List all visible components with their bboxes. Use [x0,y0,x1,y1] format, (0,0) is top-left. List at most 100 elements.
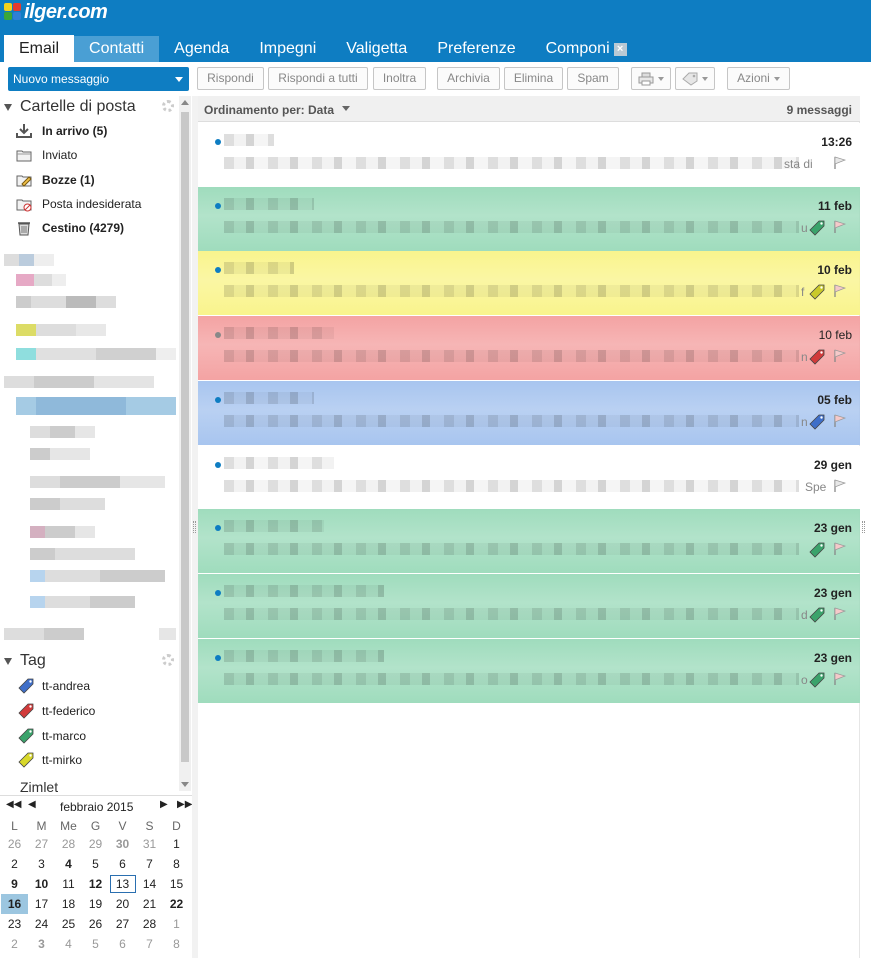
calendar-day[interactable]: 1 [163,914,190,934]
flag-icon[interactable] [833,414,847,428]
read-dot-icon[interactable] [215,332,221,338]
calendar-day[interactable]: 27 [28,834,55,854]
tab-contatti[interactable]: Contatti [74,36,160,62]
calendar-day[interactable]: 18 [55,894,82,914]
prev-month-icon[interactable]: ◀ [28,799,36,810]
message-row[interactable]: 23 gen d [198,574,860,638]
tag-menu-button[interactable] [675,67,715,90]
spam-button[interactable]: Spam [567,67,619,90]
folder-sent[interactable]: Inviato [16,144,77,166]
flag-icon[interactable] [833,542,847,556]
sort-by-label[interactable]: Ordinamento per: Data [204,103,334,117]
message-row[interactable]: 10 feb n [198,316,860,380]
unread-dot-icon[interactable] [215,139,221,145]
zimlet-section-header[interactable]: Zimlet [4,780,58,792]
calendar-day[interactable]: 1 [163,834,190,854]
calendar-day[interactable]: 20 [109,894,136,914]
message-row[interactable]: 11 feb u [198,187,860,251]
calendar-day[interactable]: 7 [136,934,163,954]
calendar-day[interactable]: 7 [136,854,163,874]
unread-dot-icon[interactable] [215,267,221,273]
reply-all-button[interactable]: Rispondi a tutti [268,67,368,90]
collapse-triangle-icon[interactable] [4,657,12,665]
folder-inbox[interactable]: In arrivo (5) [16,120,107,142]
calendar-day[interactable]: 2 [1,934,28,954]
calendar-day[interactable]: 4 [55,934,82,954]
calendar-day[interactable]: 3 [28,934,55,954]
calendar-day[interactable]: 4 [55,854,82,874]
calendar-day[interactable]: 26 [82,914,109,934]
calendar-day[interactable]: 6 [109,934,136,954]
calendar-day[interactable]: 24 [28,914,55,934]
folders-section-header[interactable]: Cartelle di posta [4,98,136,116]
reading-pane-splitter[interactable] [860,96,871,958]
reply-button[interactable]: Rispondi [197,67,264,90]
calendar-day[interactable]: 2 [1,854,28,874]
calendar-day[interactable]: 8 [163,934,190,954]
calendar-day[interactable]: 6 [109,854,136,874]
prev-year-icon[interactable]: ◀◀ [6,799,21,810]
calendar-day[interactable]: 26 [1,834,28,854]
new-message-button[interactable]: Nuovo messaggio [8,67,189,91]
tag-item-tt-andrea[interactable]: tt-andrea [18,675,90,697]
splitter-grip-icon[interactable] [862,521,865,533]
message-row[interactable]: 05 feb n [198,381,860,445]
tab-componi[interactable]: Componi × [531,36,642,62]
calendar-day[interactable]: 19 [82,894,109,914]
sort-direction-icon[interactable] [342,106,350,111]
calendar-day[interactable]: 17 [28,894,55,914]
delete-button[interactable]: Elimina [504,67,563,90]
unread-dot-icon[interactable] [215,462,221,468]
folder-drafts[interactable]: Bozze (1) [16,169,95,191]
flag-icon[interactable] [833,607,847,621]
next-month-icon[interactable]: ▶ [160,799,168,810]
calendar-day[interactable]: 14 [136,874,163,894]
calendar-day[interactable]: 3 [28,854,55,874]
calendar-day[interactable]: 29 [82,834,109,854]
calendar-day[interactable]: 10 [28,874,55,894]
tab-preferenze[interactable]: Preferenze [422,36,530,62]
scroll-down-icon[interactable] [181,782,189,787]
scroll-up-icon[interactable] [181,100,189,105]
unread-dot-icon[interactable] [215,203,221,209]
scroll-thumb[interactable] [181,112,189,762]
tab-valigetta[interactable]: Valigetta [331,36,422,62]
unread-dot-icon[interactable] [215,397,221,403]
message-row[interactable]: 13:26 sta di [198,123,860,187]
message-row[interactable]: 29 gen Spe [198,446,860,510]
calendar-day[interactable]: 8 [163,854,190,874]
calendar-day[interactable]: 28 [136,914,163,934]
calendar-day[interactable]: 30 [109,834,136,854]
tag-item-tt-mirko[interactable]: tt-mirko [18,749,82,771]
archive-button[interactable]: Archivia [437,67,500,90]
chevron-down-icon[interactable] [175,77,183,82]
actions-button[interactable]: Azioni [727,67,790,90]
close-icon[interactable]: × [613,42,627,56]
flag-icon[interactable] [833,284,847,298]
calendar-day[interactable]: 22 [163,894,190,914]
flag-icon[interactable] [833,156,847,170]
tab-agenda[interactable]: Agenda [159,36,244,62]
print-button[interactable] [631,67,671,90]
collapse-triangle-icon[interactable] [4,103,12,111]
gear-icon[interactable] [162,100,174,112]
tag-item-tt-federico[interactable]: tt-federico [18,700,95,722]
gear-icon[interactable] [162,654,174,666]
calendar-day[interactable]: 15 [163,874,190,894]
calendar-day[interactable]: 25 [55,914,82,934]
tab-impegni[interactable]: Impegni [244,36,331,62]
next-year-icon[interactable]: ▶▶ [177,799,192,810]
flag-icon[interactable] [833,672,847,686]
flag-icon[interactable] [833,349,847,363]
calendar-day[interactable]: 21 [136,894,163,914]
unread-dot-icon[interactable] [215,525,221,531]
calendar-day[interactable]: 11 [55,874,82,894]
calendar-day[interactable]: 31 [136,834,163,854]
tags-section-header[interactable]: Tag [4,652,46,670]
message-row[interactable]: 10 feb f [198,251,860,315]
calendar-day[interactable]: 9 [1,874,28,894]
calendar-day[interactable]: 28 [55,834,82,854]
calendar-day-today[interactable]: 13 [109,874,136,894]
message-row[interactable]: 23 gen [198,509,860,573]
splitter-grip-icon[interactable] [193,521,196,533]
